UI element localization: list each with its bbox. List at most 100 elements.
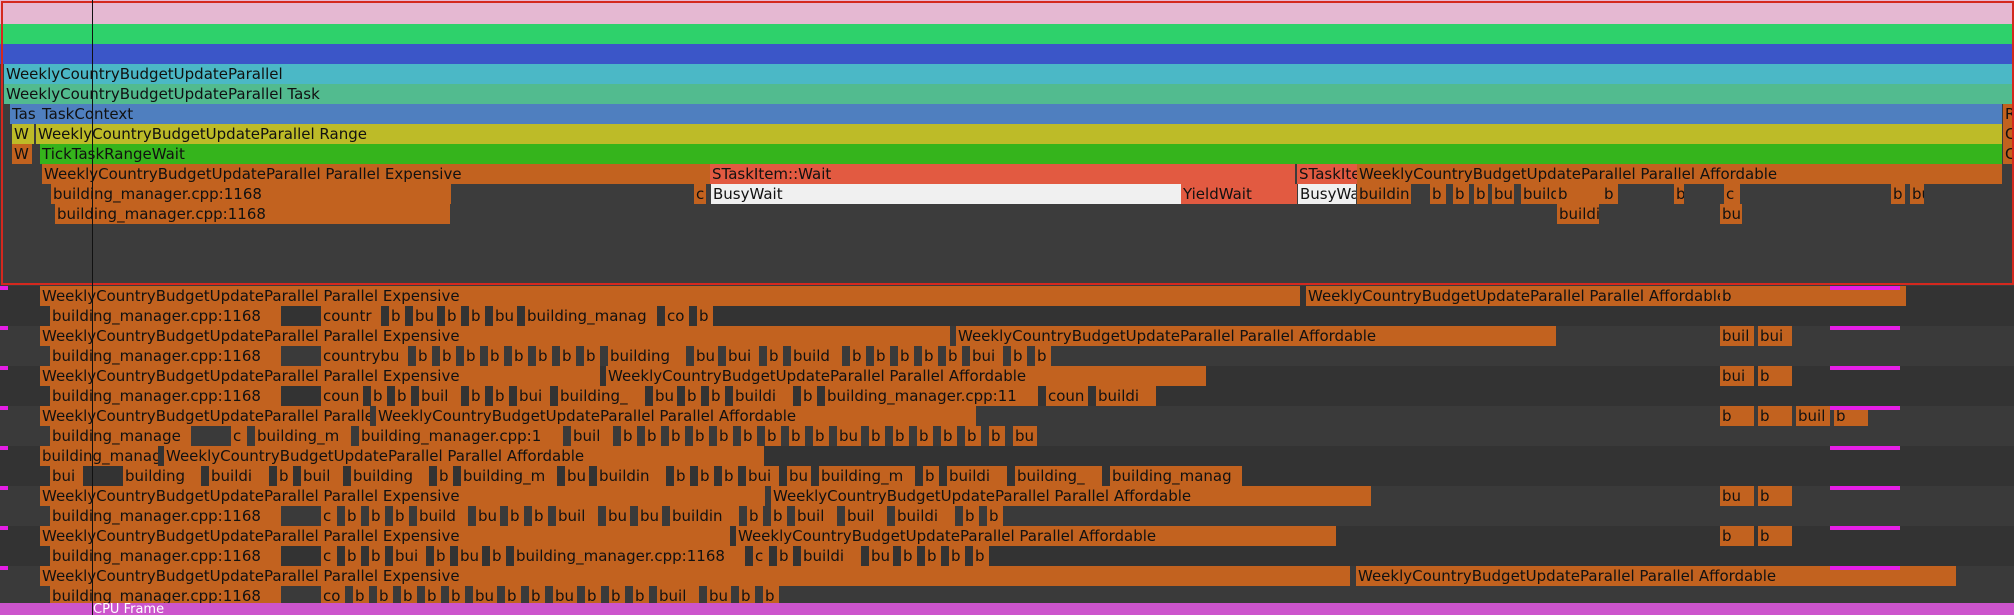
thread-row1-sub[interactable]: buil — [1796, 406, 1830, 426]
thread-row2-block[interactable]: b — [765, 426, 781, 446]
thread-row2-block[interactable]: b — [813, 426, 829, 446]
thread-row2-block[interactable]: building_manager.cpp:1168 — [50, 306, 281, 326]
thread-row2-block[interactable]: buil — [301, 466, 343, 486]
thread-row2-block[interactable]: building_manager.cpp:1168 — [50, 346, 281, 366]
thread-row1-sub[interactable]: b — [1758, 526, 1792, 546]
thread-row2-block[interactable]: building_manag — [525, 306, 657, 326]
thread-row2-block[interactable]: b — [488, 346, 504, 366]
thread-row2-block[interactable]: b — [490, 546, 506, 566]
thread-row2-block[interactable]: b — [717, 426, 733, 446]
thread-row2-block[interactable]: b — [345, 546, 361, 566]
thread-row1-sub[interactable]: b — [1720, 526, 1754, 546]
thread-row2-block[interactable]: bu — [653, 386, 677, 406]
thread-row2-block[interactable]: buil — [795, 506, 837, 526]
thread-row2-block[interactable]: b — [941, 426, 957, 446]
thread-row2-block[interactable]: b — [777, 546, 793, 566]
thread-row2-block[interactable]: b — [669, 426, 685, 446]
thread-row1-block[interactable]: WeeklyCountryBudgetUpdateParallel Parall… — [40, 486, 765, 506]
thread-row2-block[interactable]: building_ — [1015, 466, 1102, 486]
thread-row2-block[interactable]: b — [560, 346, 576, 366]
thread-row1-affordable[interactable]: WeeklyCountryBudgetUpdateParallel Parall… — [606, 366, 1206, 386]
thread-row2-block[interactable]: buildi — [895, 506, 955, 526]
thread-row1-sub[interactable]: b — [1758, 486, 1792, 506]
thread-row2-block[interactable]: building — [351, 466, 429, 486]
thread-row1-affordable[interactable]: WeeklyCountryBudgetUpdateParallel Parall… — [736, 526, 1336, 546]
thread-row2-block[interactable]: b — [698, 466, 714, 486]
thread-row2-block[interactable]: building_ — [558, 386, 645, 406]
thread-row2-block[interactable]: b — [747, 506, 763, 526]
thread-row1-sub[interactable]: b — [1758, 366, 1792, 386]
thread-row2-block[interactable]: buildi — [209, 466, 269, 486]
thread-row1-block[interactable]: WeeklyCountryBudgetUpdateParallel Parall… — [40, 526, 730, 546]
thread-row2-block[interactable]: b — [965, 426, 981, 446]
thread-row2-block[interactable]: c — [321, 506, 337, 526]
thread-row2-block[interactable]: b — [989, 426, 1005, 446]
thread-row2-block[interactable]: building_m — [461, 466, 557, 486]
thread-row2-block[interactable]: building_manager.cpp:11 — [825, 386, 1038, 406]
thread-row2-block[interactable]: b — [434, 546, 450, 566]
thread-row2-block[interactable]: bui — [746, 466, 779, 486]
thread-row1-sub[interactable]: bu — [1720, 486, 1754, 506]
thread-row2-block[interactable]: buildi — [733, 386, 793, 406]
thread-row2-block[interactable]: building_manager.cpp:1 — [359, 426, 563, 446]
thread-row2-block[interactable]: b — [722, 466, 738, 486]
thread-row1-block[interactable]: WeeklyCountryBudgetUpdateParallel Parall… — [40, 566, 1350, 586]
thread-row2-block[interactable]: b — [801, 386, 817, 406]
thread-row2-block[interactable]: building — [608, 346, 686, 366]
thread-row2-block[interactable]: bu — [565, 466, 589, 486]
thread-row2-block[interactable]: bu — [638, 506, 662, 526]
thread-row2-block[interactable]: buildi — [801, 546, 861, 566]
thread-row2-block[interactable]: b — [789, 426, 805, 446]
thread-row2-block[interactable]: b — [416, 346, 432, 366]
thread-row2-block[interactable]: building_manager.cpp:1168 — [50, 546, 281, 566]
thread-row2-block[interactable]: bui — [393, 546, 426, 566]
thread-row2-block[interactable]: b — [345, 506, 361, 526]
thread-row1-affordable[interactable]: WeeklyCountryBudgetUpdateParallel Parall… — [771, 486, 1371, 506]
thread-row2-block[interactable]: b — [512, 346, 528, 366]
thread-row2-block[interactable]: b — [440, 346, 456, 366]
thread-row2-block[interactable]: buil — [419, 386, 461, 406]
thread-row2-block[interactable]: b — [393, 506, 409, 526]
thread-row1-sub[interactable]: bui — [1720, 366, 1754, 386]
thread-row2-block[interactable]: b — [893, 426, 909, 446]
thread-row2-block[interactable]: b — [922, 346, 938, 366]
thread-row2-block[interactable]: buil — [556, 506, 598, 526]
thread-row1-block[interactable]: building_manag — [40, 446, 158, 466]
thread-row2-block[interactable]: buildi — [1096, 386, 1156, 406]
thread-row2-block[interactable]: bu — [606, 506, 630, 526]
thread-row2-block[interactable]: b — [925, 546, 941, 566]
thread-row2-block[interactable]: b — [369, 546, 385, 566]
thread-row1-sub[interactable]: bui — [1758, 326, 1792, 346]
thread-row2-block[interactable]: building — [123, 466, 201, 486]
thread-row2-block[interactable]: b — [469, 306, 485, 326]
thread-row2-block[interactable]: building_m — [255, 426, 351, 446]
thread-row2-block[interactable]: countrybu — [321, 346, 408, 366]
thread-row1-sub[interactable]: b — [1758, 406, 1792, 426]
thread-row1-sub[interactable]: b — [1720, 286, 1754, 306]
thread-row1-block[interactable]: WeeklyCountryBudgetUpdateParallel Parall… — [40, 286, 1300, 306]
thread-row2-block[interactable]: coun — [1046, 386, 1088, 406]
thread-row2-block[interactable]: bu — [869, 546, 893, 566]
thread-row2-block[interactable]: bu — [837, 426, 861, 446]
thread-row2-block[interactable]: bu — [694, 346, 718, 366]
thread-row1-sub[interactable]: buil — [1720, 326, 1754, 346]
thread-row2-block[interactable]: b — [917, 426, 933, 446]
thread-row2-block[interactable]: b — [464, 346, 480, 366]
thread-row1-affordable[interactable]: WeeklyCountryBudgetUpdateParallel Parall… — [164, 446, 764, 466]
thread-row2-block[interactable]: b — [923, 466, 939, 486]
profiler-timeline[interactable]: WeeklyCountryBudgetUpdateParallel Weekly… — [0, 0, 2014, 615]
thread-row2-block[interactable]: b — [949, 546, 965, 566]
thread-row2-block[interactable]: bu — [1013, 426, 1037, 446]
thread-row2-block[interactable]: build — [791, 346, 842, 366]
thread-row2-block[interactable]: b — [1035, 346, 1051, 366]
thread-row2-block[interactable]: bui — [726, 346, 759, 366]
thread-row2-block[interactable]: b — [898, 346, 914, 366]
thread-row2-block[interactable]: bu — [458, 546, 482, 566]
thread-row2-block[interactable]: b — [469, 386, 485, 406]
thread-row2-block[interactable]: b — [508, 506, 524, 526]
thread-row2-block[interactable]: building_manager.cpp:1168 — [514, 546, 745, 566]
thread-row2-block[interactable]: b — [389, 306, 405, 326]
thread-row2-block[interactable]: c — [321, 546, 337, 566]
thread-row2-block[interactable]: b — [674, 466, 690, 486]
thread-row2-block[interactable]: bu — [787, 466, 811, 486]
